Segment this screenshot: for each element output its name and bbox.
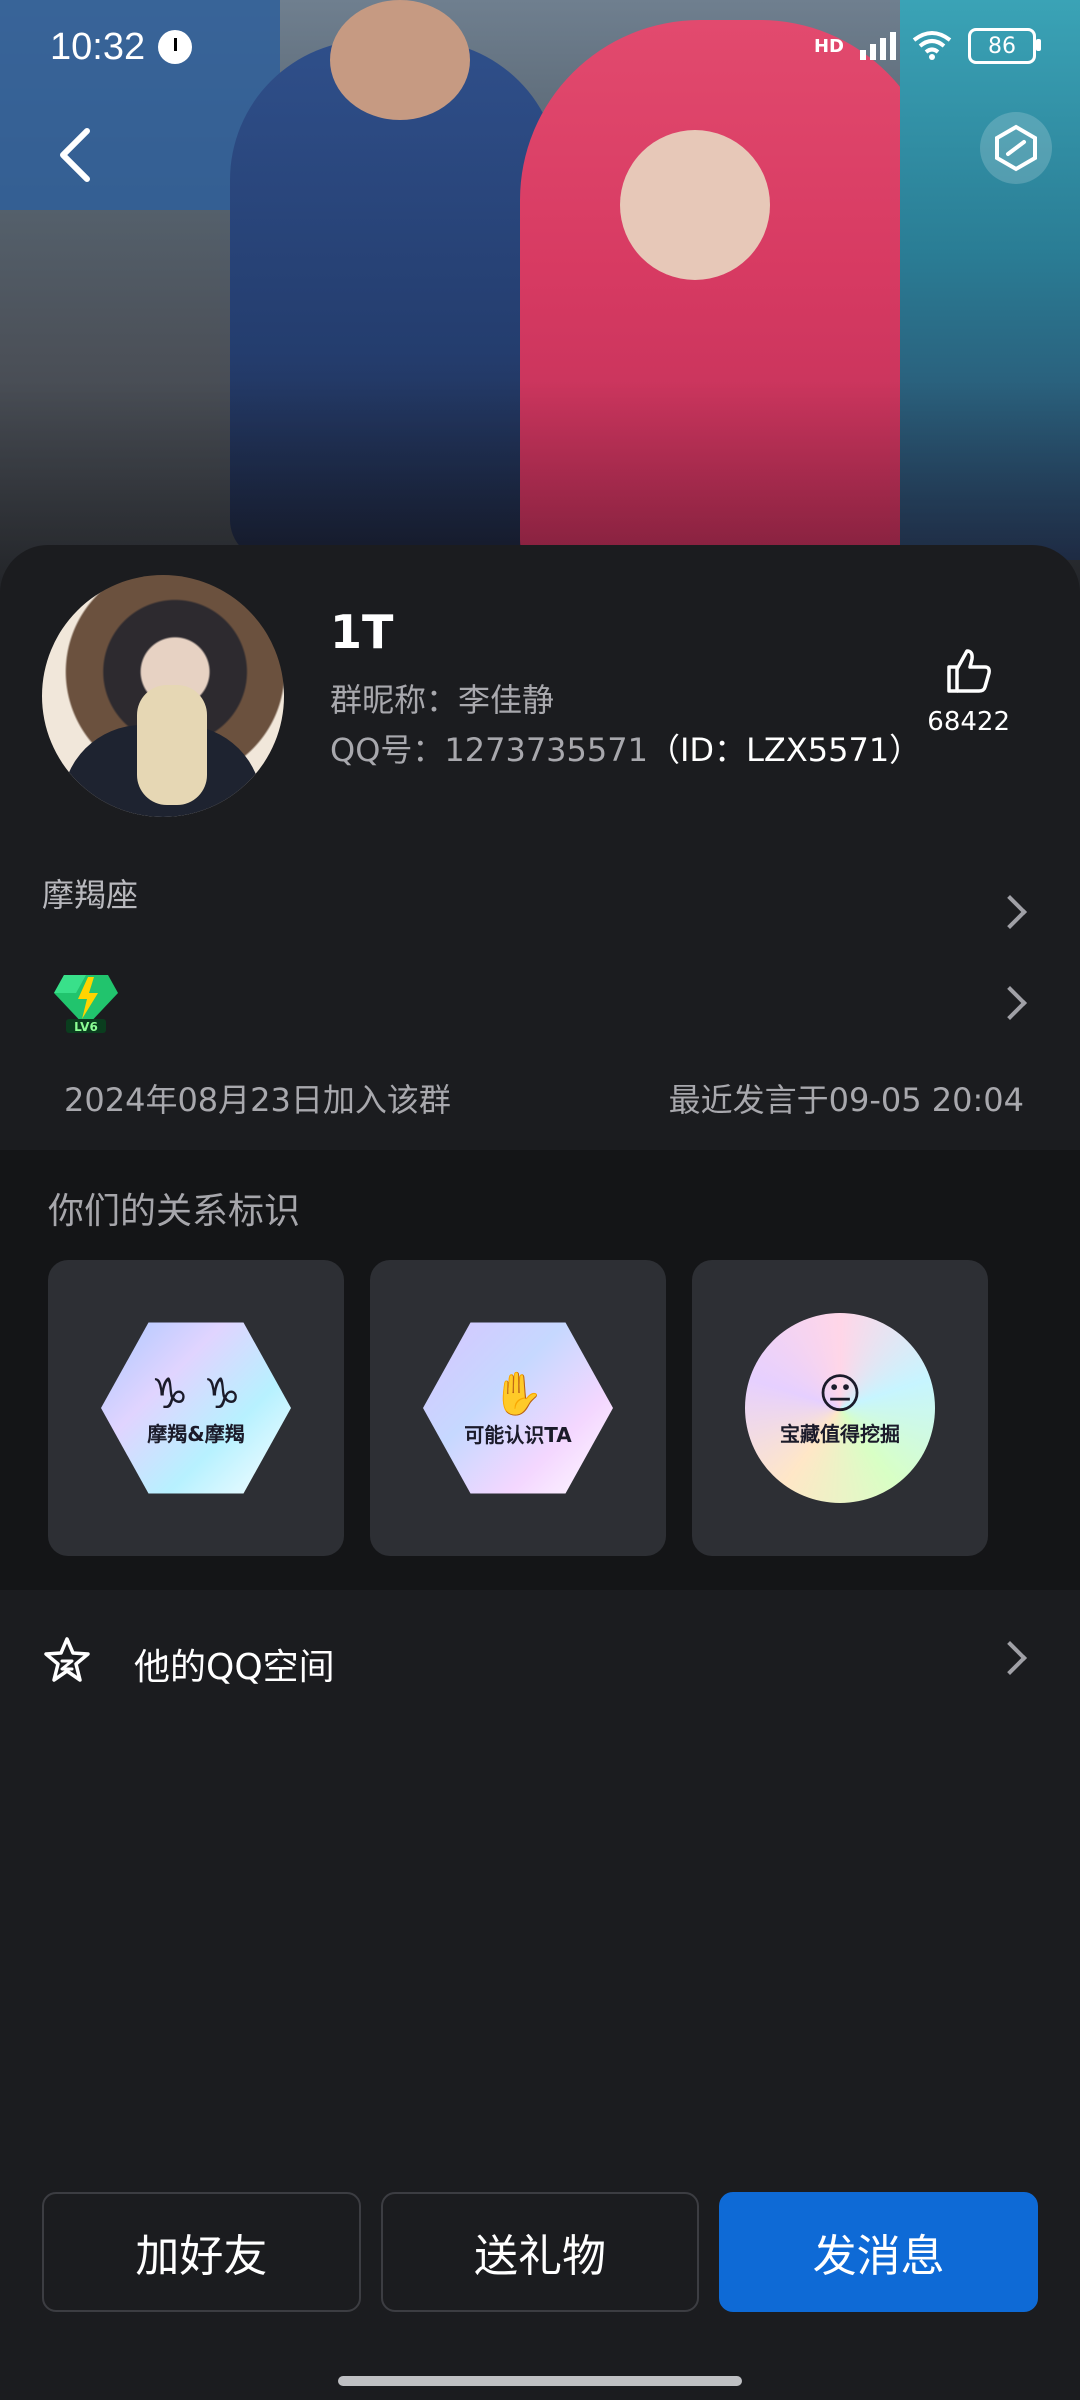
group-nickname: 群昵称：李佳静	[330, 681, 555, 719]
relationship-tags-section: 你们的关系标识 ♑ ♑ 摩羯&摩羯 ✋ 可能认识TA 😐 宝藏值得挖掘	[0, 1150, 1080, 1590]
qq-number[interactable]: QQ号：1273735571（ID：LZX5571）	[330, 725, 921, 771]
star-icon	[44, 1637, 90, 1682]
relationship-tag-treasure[interactable]: 😐 宝藏值得挖掘	[692, 1260, 988, 1556]
avatar[interactable]	[42, 575, 284, 817]
group-activity-row: 2024年08月23日加入该群 最近发言于09-05 20:04	[0, 1075, 1080, 1125]
bottom-action-bar: 加好友 送礼物 发消息	[42, 2192, 1039, 2312]
qq-zone-label: 他的QQ空间	[134, 1647, 335, 1688]
qq-id: （ID：LZX5571）	[647, 731, 922, 769]
profile-name: 1T	[330, 605, 394, 659]
face-symbol: 😐	[818, 1369, 862, 1418]
thumbs-up-icon	[946, 649, 991, 693]
chevron-right-icon	[993, 895, 1027, 929]
qq-number-text: QQ号：1273735571	[330, 731, 648, 769]
like-button[interactable]: 68422	[927, 645, 1010, 737]
level-badge-text: LV6	[74, 1020, 98, 1034]
chevron-right-icon	[993, 986, 1027, 1020]
wave-hand-badge-icon: ✋ 可能认识TA	[423, 1313, 613, 1503]
like-count: 68422	[927, 707, 1010, 737]
settings-button[interactable]	[980, 112, 1052, 184]
add-friend-button[interactable]: 加好友	[42, 2192, 361, 2312]
zodiac-row[interactable]: 摩羯座	[0, 870, 1080, 950]
relationship-tag-label: 宝藏值得挖掘	[780, 1422, 900, 1446]
zodiac-label: 摩羯座	[42, 876, 139, 914]
wifi-icon	[912, 31, 952, 60]
send-gift-button[interactable]: 送礼物	[380, 2192, 700, 2312]
level-badge-icon: LV6	[54, 975, 118, 1034]
battery-indicator: 86	[968, 28, 1041, 64]
battery-level: 86	[988, 33, 1016, 59]
chevron-right-icon	[993, 1641, 1027, 1675]
hd-label: HD	[813, 35, 844, 57]
relationship-tag-capricorn[interactable]: ♑ ♑ 摩羯&摩羯	[48, 1260, 344, 1556]
profile-sheet: 1T 群昵称：李佳静 QQ号：1273735571（ID：LZX5571） 68…	[0, 545, 1080, 2400]
home-indicator[interactable]	[338, 2376, 742, 2386]
capricorn-symbols: ♑ ♑	[151, 1369, 241, 1418]
send-message-button[interactable]: 发消息	[719, 2192, 1039, 2312]
status-bar: 10:32 HD 86	[0, 0, 1080, 100]
cover-photo-child-face	[620, 130, 770, 280]
hand-symbol: ✋	[491, 1368, 545, 1418]
hexagon-settings-icon	[995, 124, 1037, 172]
signal-icon	[860, 32, 896, 60]
relationship-tag-list: ♑ ♑ 摩羯&摩羯 ✋ 可能认识TA 😐 宝藏值得挖掘	[48, 1260, 988, 1556]
status-time: 10:32	[50, 26, 146, 68]
relationship-title: 你们的关系标识	[48, 1191, 301, 1232]
relationship-tag-label: 可能认识TA	[464, 1422, 572, 1447]
last-message-time: 最近发言于09-05 20:04	[668, 1081, 1024, 1119]
status-icons: HD 86	[813, 28, 1041, 64]
relationship-tag-label: 摩羯&摩羯	[147, 1422, 245, 1446]
join-date: 2024年08月23日加入该群	[64, 1081, 451, 1119]
avatar-scarf	[137, 685, 207, 805]
back-arrow-icon	[60, 128, 90, 182]
treasure-face-badge-icon: 😐 宝藏值得挖掘	[745, 1313, 935, 1503]
level-row[interactable]: LV6	[0, 965, 1080, 1045]
qq-zone-row[interactable]: 他的QQ空间	[0, 1590, 1080, 1720]
back-button[interactable]	[40, 120, 110, 190]
capricorn-pair-badge-icon: ♑ ♑ 摩羯&摩羯	[101, 1313, 291, 1503]
relationship-tag-may-know[interactable]: ✋ 可能认识TA	[370, 1260, 666, 1556]
alarm-icon	[158, 30, 192, 64]
